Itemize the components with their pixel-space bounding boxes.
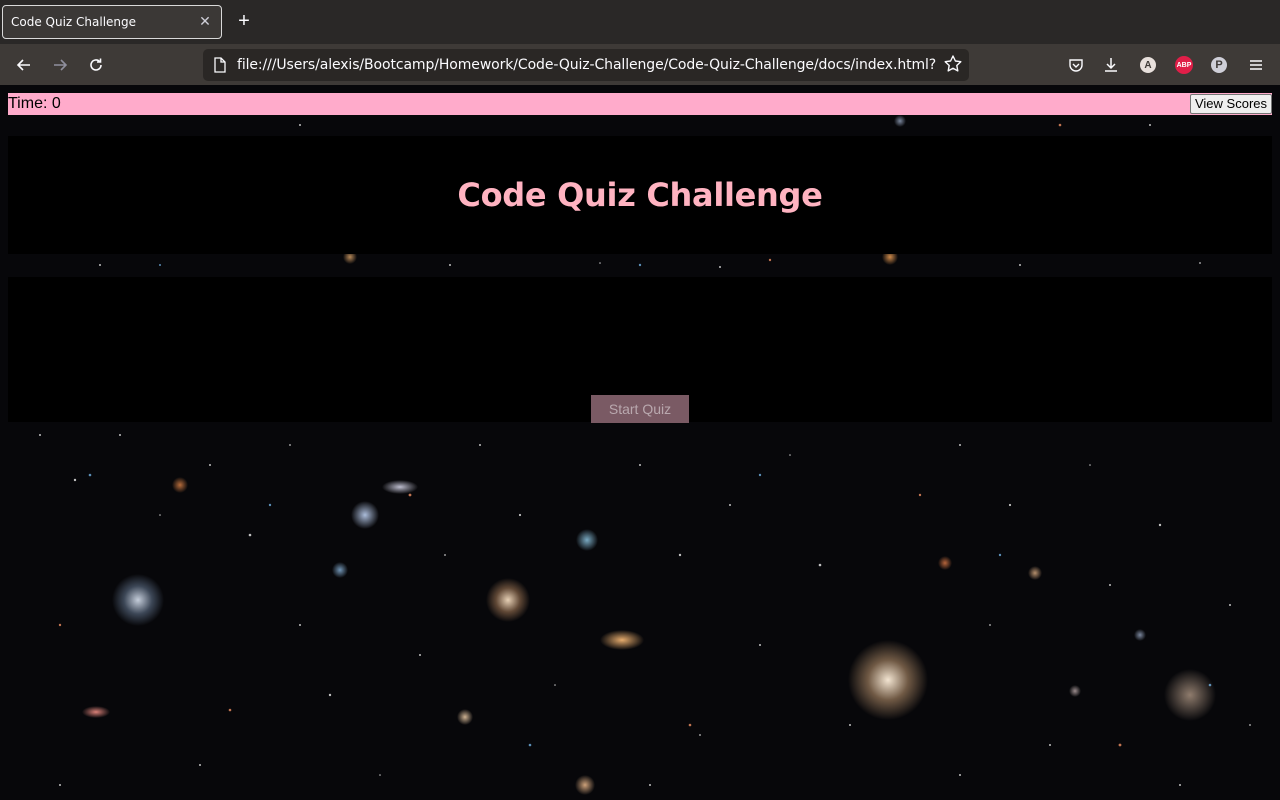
account-avatar-icon[interactable]: A: [1136, 53, 1160, 77]
page-content: Time: 0 View Scores Code Quiz Challenge …: [0, 85, 1280, 800]
page-icon: [213, 57, 227, 78]
browser-tab[interactable]: Code Quiz Challenge ✕: [2, 5, 222, 39]
navigation-toolbar: file:///Users/alexis/Bootcamp/Homework/C…: [0, 44, 1280, 85]
hamburger-menu-icon[interactable]: [1244, 53, 1268, 77]
extension-p-icon[interactable]: P: [1207, 53, 1231, 77]
pocket-icon[interactable]: [1064, 53, 1088, 77]
download-icon[interactable]: [1099, 53, 1123, 77]
tab-title: Code Quiz Challenge: [11, 15, 137, 29]
adblock-icon[interactable]: ABP: [1172, 53, 1196, 77]
timer-bar: Time: 0 View Scores: [8, 93, 1272, 115]
star-icon[interactable]: [943, 54, 963, 79]
plus-icon[interactable]: +: [234, 11, 254, 31]
quiz-panel: Start Quiz: [8, 277, 1272, 423]
close-icon[interactable]: ✕: [198, 14, 212, 28]
start-quiz-button[interactable]: Start Quiz: [591, 395, 689, 423]
tab-strip: Code Quiz Challenge ✕ +: [0, 0, 1280, 44]
timer-label: Time: 0: [8, 95, 61, 112]
arrow-left-icon[interactable]: [12, 53, 36, 77]
arrow-right-icon[interactable]: [48, 53, 72, 77]
page-title: Code Quiz Challenge: [457, 176, 823, 214]
reload-icon[interactable]: [84, 53, 108, 77]
header: Code Quiz Challenge: [8, 136, 1272, 254]
url-text[interactable]: file:///Users/alexis/Bootcamp/Homework/C…: [237, 57, 936, 73]
url-bar[interactable]: file:///Users/alexis/Bootcamp/Homework/C…: [203, 49, 969, 81]
view-scores-button[interactable]: View Scores: [1189, 94, 1272, 114]
